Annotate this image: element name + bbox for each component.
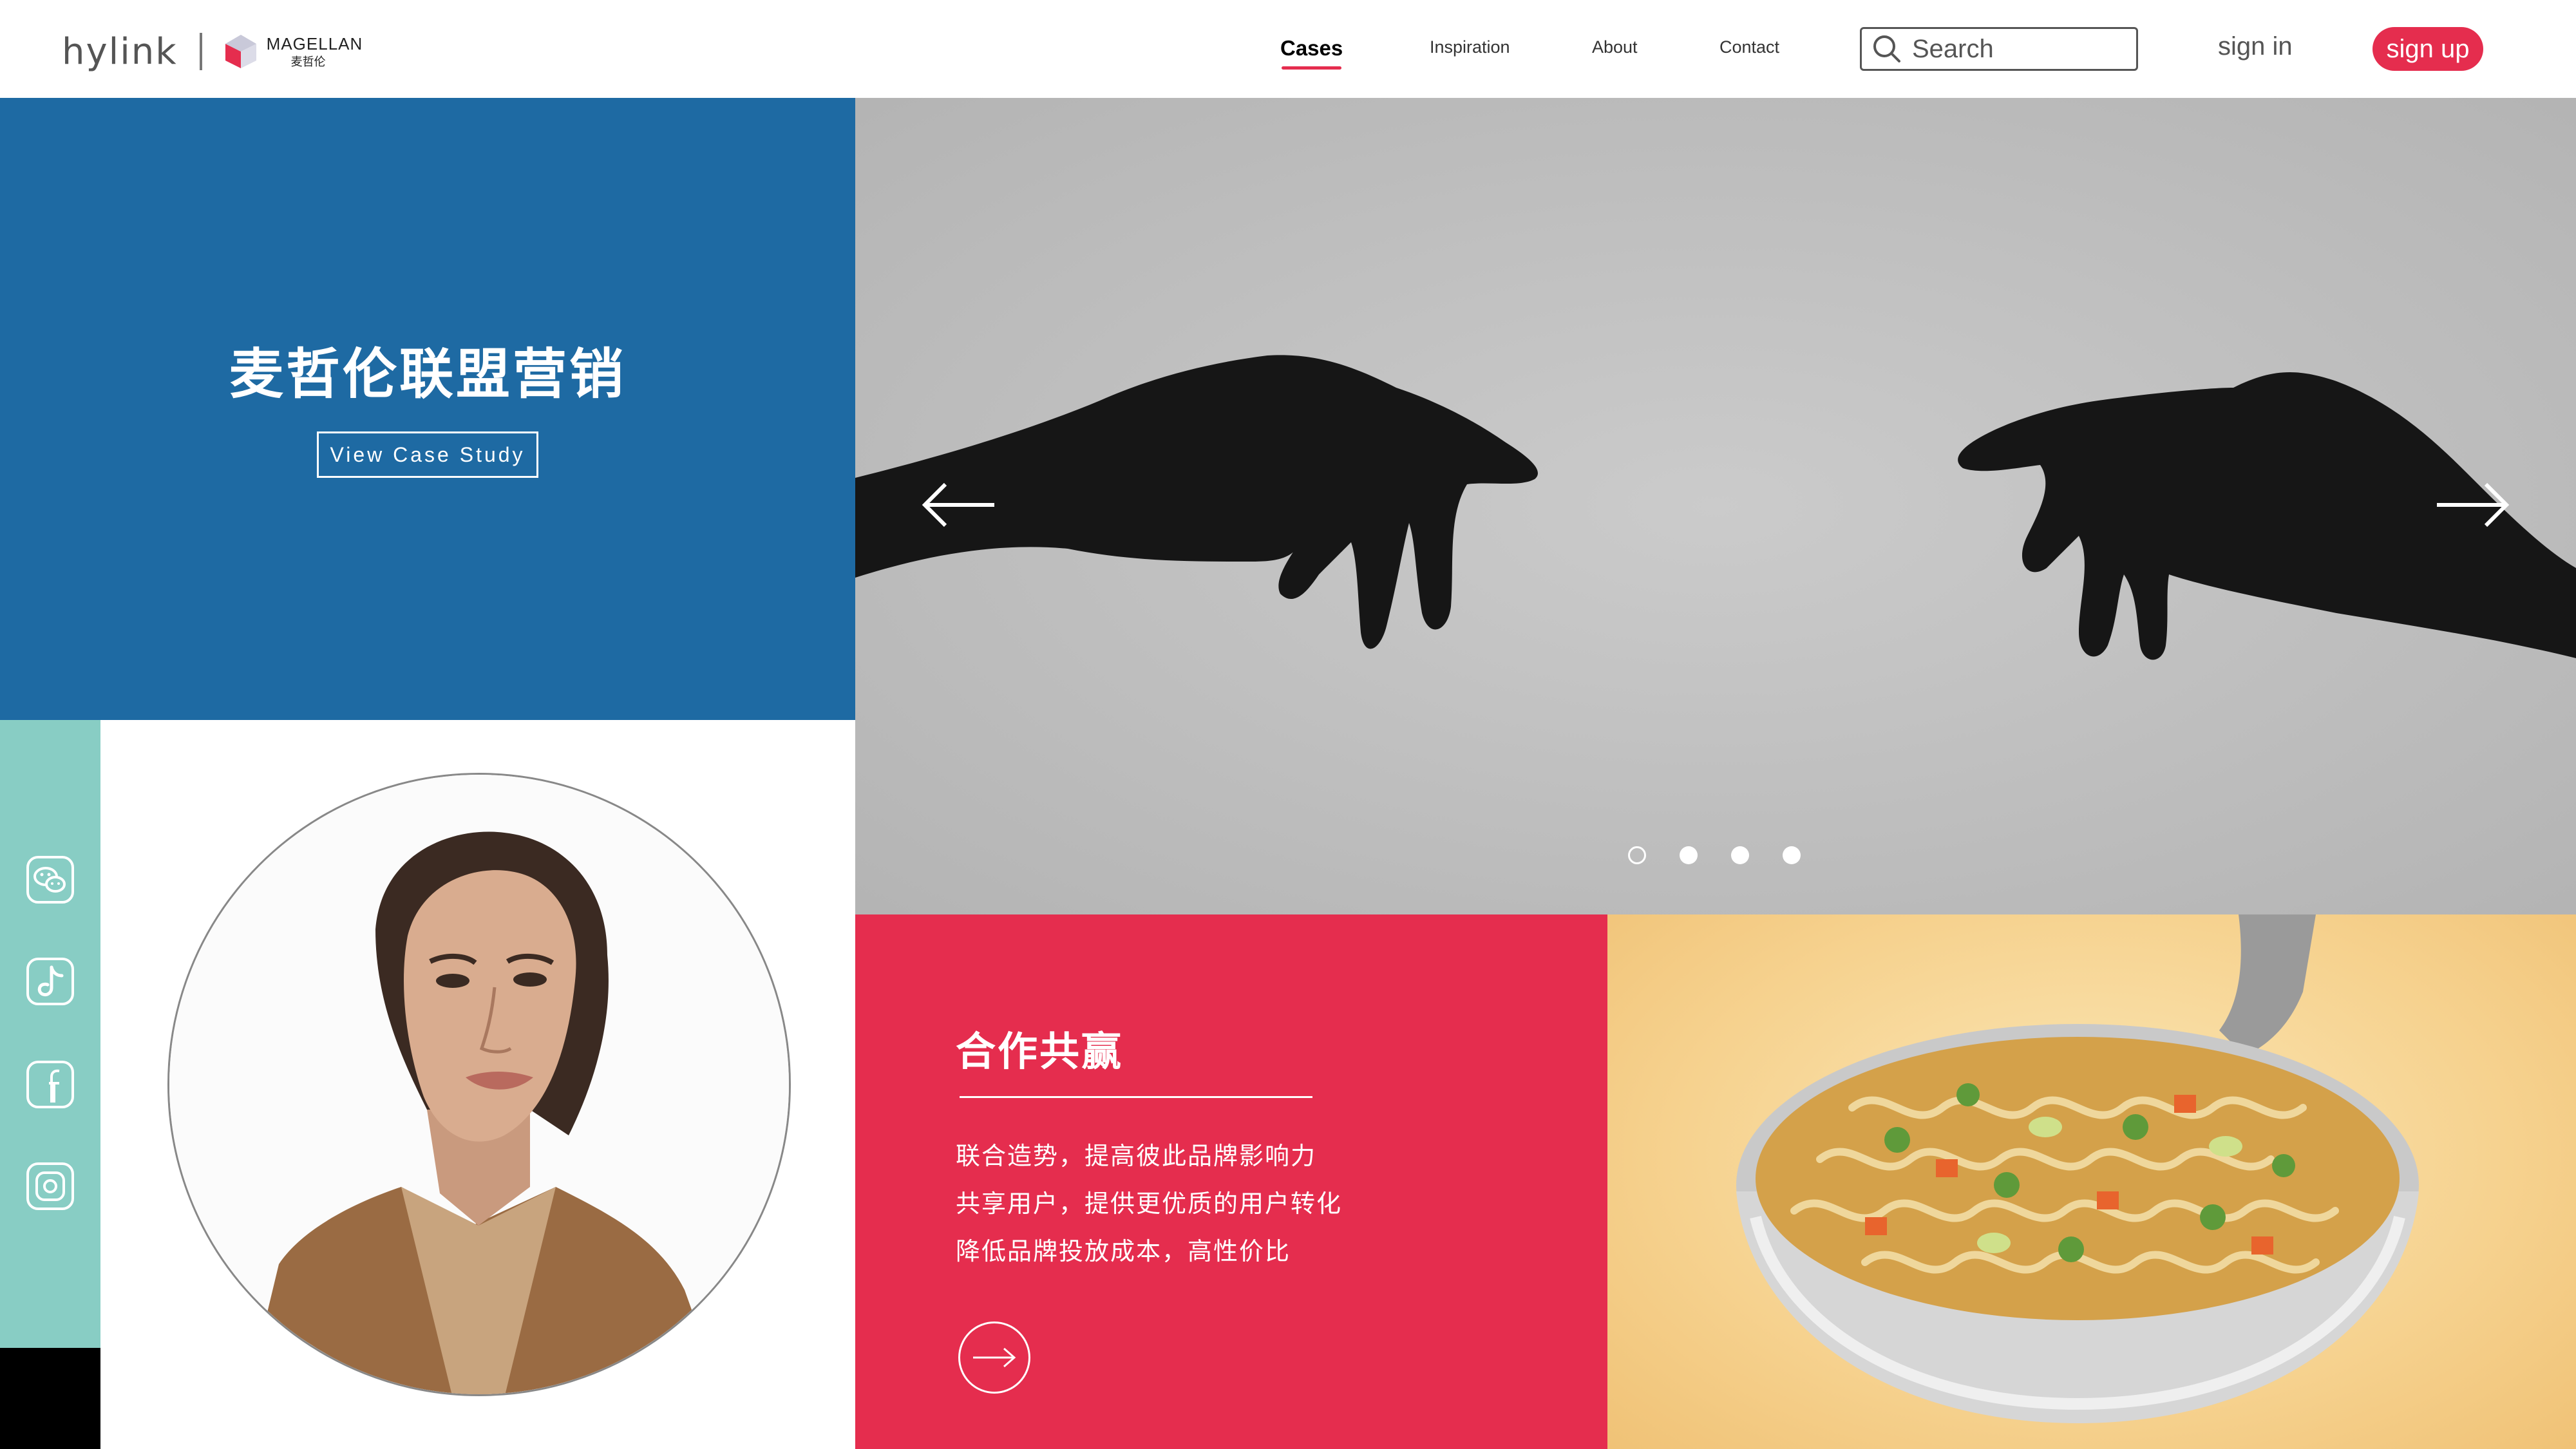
- tiktok-icon[interactable]: [26, 957, 75, 1006]
- magellan-logo-en: MAGELLAN: [266, 34, 363, 53]
- promo-divider: [960, 1096, 1312, 1098]
- nav-about-label: About: [1592, 37, 1638, 57]
- magellan-logo-icon: [225, 35, 256, 68]
- instagram-icon[interactable]: [26, 1162, 75, 1211]
- promo-title: 合作共赢: [956, 1030, 1124, 1074]
- hylink-logo-text: hylink: [62, 30, 178, 73]
- nav-cases-label: Cases: [1280, 36, 1343, 60]
- nav-active-underline: [1282, 66, 1342, 70]
- nav-contact-label: Contact: [1719, 37, 1780, 57]
- brand-logo[interactable]: hylink MAGELLAN 麦哲伦: [62, 26, 363, 77]
- magellan-logo-text: MAGELLAN 麦哲伦: [267, 35, 363, 68]
- feature-panel: 麦哲伦联盟营销 View Case Study: [0, 98, 855, 720]
- search-icon: [1873, 35, 1900, 62]
- arrow-left-icon[interactable]: [920, 479, 997, 531]
- sign-in-link[interactable]: sign in: [2218, 32, 2293, 61]
- social-sidebar: [0, 720, 100, 1348]
- slider-pagination: [1628, 846, 1801, 864]
- slider-dot[interactable]: [1628, 846, 1646, 864]
- slider-dot[interactable]: [1783, 846, 1801, 864]
- portrait-section: [100, 720, 855, 1449]
- nav-inspiration[interactable]: Inspiration: [1430, 37, 1510, 57]
- sign-up-button[interactable]: sign up: [2372, 27, 2483, 71]
- slider-dot[interactable]: [1680, 846, 1698, 864]
- wechat-icon[interactable]: [26, 855, 75, 904]
- food-image-panel: [1607, 914, 2576, 1449]
- view-case-study-button[interactable]: View Case Study: [317, 431, 538, 478]
- feature-title: 麦哲伦联盟营销: [229, 344, 626, 404]
- promo-panel: 合作共赢 联合造势，提高彼此品牌影响力 共享用户，提供更优质的用户转化 降低品牌…: [855, 914, 1607, 1449]
- portrait-image: [167, 773, 791, 1396]
- social-sidebar-footer: [0, 1348, 100, 1449]
- promo-more-button[interactable]: [958, 1321, 1030, 1394]
- slider-dot[interactable]: [1731, 846, 1749, 864]
- arrow-right-icon[interactable]: [2434, 479, 2512, 531]
- arrow-right-icon: [973, 1347, 1016, 1368]
- hands-reaching-image: [855, 98, 2576, 914]
- logo-divider: [199, 33, 202, 70]
- woman-portrait-illustration: [169, 775, 789, 1394]
- search-placeholder: Search: [1912, 34, 1994, 63]
- promo-line: 联合造势，提高彼此品牌影响力: [956, 1143, 1317, 1170]
- nav-cases[interactable]: Cases: [1280, 36, 1343, 70]
- promo-line: 降低品牌投放成本，高性价比: [956, 1238, 1291, 1265]
- facebook-icon[interactable]: [26, 1060, 75, 1109]
- promo-line: 共享用户，提供更优质的用户转化: [956, 1191, 1343, 1218]
- nav-contact[interactable]: Contact: [1719, 37, 1779, 57]
- noodle-soup-image: [1736, 914, 2419, 1423]
- nav-about[interactable]: About: [1592, 37, 1638, 57]
- search-input[interactable]: Search: [1860, 27, 2138, 71]
- nav-inspiration-label: Inspiration: [1430, 37, 1510, 57]
- magellan-logo-cn: 麦哲伦: [290, 55, 326, 68]
- hero-slider: [855, 98, 2576, 914]
- top-header: hylink MAGELLAN 麦哲伦 Cases Inspiration Ab…: [0, 0, 2576, 98]
